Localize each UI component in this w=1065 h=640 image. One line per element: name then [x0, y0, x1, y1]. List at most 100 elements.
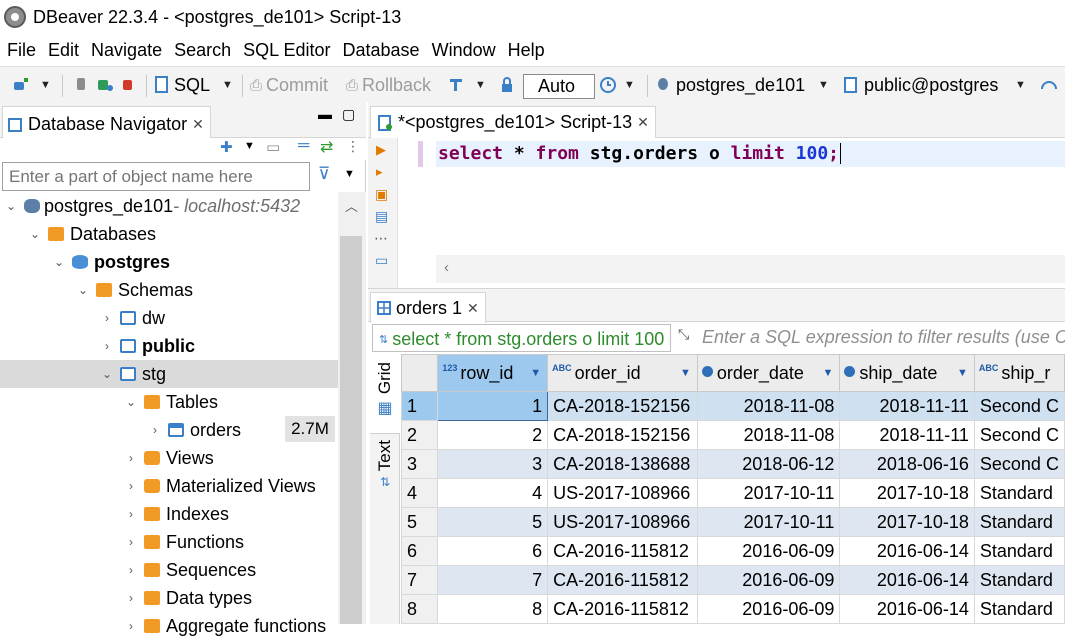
cell-ship-date[interactable]: 2018-06-16	[839, 449, 975, 479]
results-tab-orders-1[interactable]: orders 1 ✕	[370, 292, 486, 323]
tree-item-postgres[interactable]: ⌄ postgres	[0, 248, 338, 276]
navigator-scrollbar[interactable]: ︿	[338, 192, 366, 624]
menu-search[interactable]: Search	[167, 40, 231, 61]
cell-ship-date[interactable]: 2016-06-14	[839, 594, 975, 624]
cell-order-date[interactable]: 2017-10-11	[696, 478, 841, 508]
sort-dropdown-icon[interactable]: ▼	[822, 367, 833, 379]
chevron-down-icon[interactable]: ⌄	[54, 255, 64, 269]
navigator-tab[interactable]: Database Navigator ✕	[2, 106, 211, 138]
tree-item-schemas[interactable]: ⌄ Schemas	[0, 276, 338, 304]
transaction-mode-button[interactable]	[448, 67, 464, 103]
maximize-icon[interactable]: ▢	[342, 106, 355, 123]
chevron-down-icon[interactable]: ⌄	[102, 367, 112, 381]
chevron-right-icon[interactable]: ›	[126, 563, 136, 577]
filter-icon[interactable]: ⊽	[318, 164, 330, 184]
row-number[interactable]: 2	[401, 420, 439, 450]
navigator-filter-input[interactable]	[2, 162, 310, 191]
chevron-right-icon[interactable]: ›	[126, 507, 136, 521]
expand-icon[interactable]: ⤡	[678, 326, 689, 343]
cell-ship-mode[interactable]: Standard	[973, 594, 1065, 624]
cell-row-id[interactable]: 5	[437, 507, 549, 537]
chevron-right-icon[interactable]: ›	[150, 423, 160, 437]
close-icon[interactable]: ✕	[637, 114, 649, 131]
execute-script-icon[interactable]: ▣	[375, 186, 388, 203]
close-icon[interactable]: ✕	[467, 300, 479, 317]
menu-database[interactable]: Database	[336, 40, 420, 61]
chevron-right-icon[interactable]: ›	[126, 619, 136, 633]
cell-order-date[interactable]: 2018-11-08	[696, 391, 841, 421]
cell-ship-mode[interactable]: Standard	[973, 507, 1065, 537]
cell-ship-date[interactable]: 2016-06-14	[839, 565, 975, 595]
active-schema-selector[interactable]: public@postgres	[844, 67, 998, 103]
connection-dropdown[interactable]: ▼	[818, 67, 829, 103]
scroll-up-icon[interactable]: ︿	[345, 196, 358, 215]
new-connection-icon[interactable]: ✚	[220, 138, 233, 156]
cell-order-date[interactable]: 2017-10-11	[696, 507, 841, 537]
history-button[interactable]	[599, 67, 617, 103]
cell-ship-mode[interactable]: Second C	[973, 420, 1065, 450]
dashboard-button[interactable]	[1040, 67, 1058, 103]
schema-dropdown[interactable]: ▼	[1015, 67, 1026, 103]
tree-item-functions[interactable]: › Functions	[0, 528, 338, 556]
new-folder-icon[interactable]: ▭	[266, 138, 280, 156]
tree-item-table-orders[interactable]: › orders 2.7M	[0, 416, 338, 444]
tree-item-schema-stg[interactable]: ⌄ stg	[0, 360, 338, 388]
cell-ship-date[interactable]: 2018-11-11	[839, 420, 975, 450]
menu-help[interactable]: Help	[501, 40, 545, 61]
chevron-down-icon[interactable]: ⌄	[126, 395, 136, 409]
connect-button[interactable]	[74, 67, 88, 103]
sql-editor-button[interactable]: SQL	[155, 67, 210, 103]
tree-item-indexes[interactable]: › Indexes	[0, 500, 338, 528]
cell-ship-mode[interactable]: Standard	[973, 536, 1065, 566]
tree-item-sequences[interactable]: › Sequences	[0, 556, 338, 584]
table-row[interactable]: 4 4 US-2017-108966 2017-10-11 2017-10-18…	[401, 478, 1065, 508]
new-connection-button[interactable]	[12, 67, 30, 103]
row-number[interactable]: 6	[401, 536, 439, 566]
auto-commit-mode[interactable]: Auto	[523, 74, 595, 99]
active-connection-selector[interactable]: postgres_de101	[656, 67, 805, 103]
tree-item-connection[interactable]: ⌄ postgres_de101 - localhost:5432	[0, 192, 338, 220]
column-header-row-id[interactable]: 123 row_id ▼	[437, 354, 549, 392]
sql-statement[interactable]: select * from stg.orders o limit 100;	[438, 141, 842, 167]
execute-statement-icon[interactable]: ▶	[376, 142, 386, 158]
disconnect-button[interactable]	[120, 67, 136, 103]
menu-edit[interactable]: Edit	[41, 40, 79, 61]
cell-row-id[interactable]: 6	[437, 536, 549, 566]
cell-ship-date[interactable]: 2018-11-11	[839, 391, 975, 421]
filter-dropdown-icon[interactable]: ▼	[344, 168, 355, 180]
table-row[interactable]: 1 1 CA-2018-152156 2018-11-08 2018-11-11…	[401, 391, 1065, 421]
tree-item-databases[interactable]: ⌄ Databases	[0, 220, 338, 248]
column-header-order-date[interactable]: order_date ▼	[696, 354, 841, 392]
scrollbar-thumb[interactable]	[340, 236, 362, 624]
row-number[interactable]: 1	[401, 391, 439, 421]
row-number[interactable]: 3	[401, 449, 439, 479]
table-row[interactable]: 6 6 CA-2016-115812 2016-06-09 2016-06-14…	[401, 536, 1065, 566]
tree-item-views[interactable]: › Views	[0, 444, 338, 472]
row-number[interactable]: 4	[401, 478, 439, 508]
transaction-dropdown[interactable]: ▼	[475, 67, 486, 103]
sql-dropdown[interactable]: ▼	[222, 67, 233, 103]
chevron-down-icon[interactable]: ⌄	[6, 199, 16, 213]
chevron-right-icon[interactable]: ›	[126, 451, 136, 465]
cell-order-date[interactable]: 2016-06-09	[696, 536, 841, 566]
cell-ship-mode[interactable]: Second C	[973, 391, 1065, 421]
menu-file[interactable]: File	[0, 40, 36, 61]
table-row[interactable]: 8 8 CA-2016-115812 2016-06-09 2016-06-14…	[401, 594, 1065, 624]
invalidate-reconnect-button[interactable]	[96, 67, 114, 103]
cell-order-date[interactable]: 2016-06-09	[696, 565, 841, 595]
column-header-ship-mode[interactable]: ABC ship_r	[973, 354, 1065, 392]
collapse-all-icon[interactable]: ═	[298, 137, 309, 155]
execute-in-new-tab-icon[interactable]: ▸	[376, 164, 383, 180]
sort-dropdown-icon[interactable]: ▼	[680, 367, 691, 379]
filter-expression-input[interactable]: Enter a SQL expression to filter results…	[702, 327, 1065, 348]
table-row[interactable]: 2 2 CA-2018-152156 2018-11-08 2018-11-11…	[401, 420, 1065, 450]
cell-order-id[interactable]: CA-2018-152156	[547, 420, 698, 450]
cell-row-id[interactable]: 3	[437, 449, 549, 479]
menu-window[interactable]: Window	[425, 40, 496, 61]
history-dropdown[interactable]: ▼	[624, 67, 635, 103]
cell-order-id[interactable]: US-2017-108966	[547, 478, 698, 508]
close-icon[interactable]: ✕	[192, 116, 204, 133]
sort-dropdown-icon[interactable]: ▼	[957, 367, 968, 379]
output-panel-icon[interactable]: ▭	[375, 252, 388, 269]
column-header-ship-date[interactable]: ship_date ▼	[839, 354, 975, 392]
